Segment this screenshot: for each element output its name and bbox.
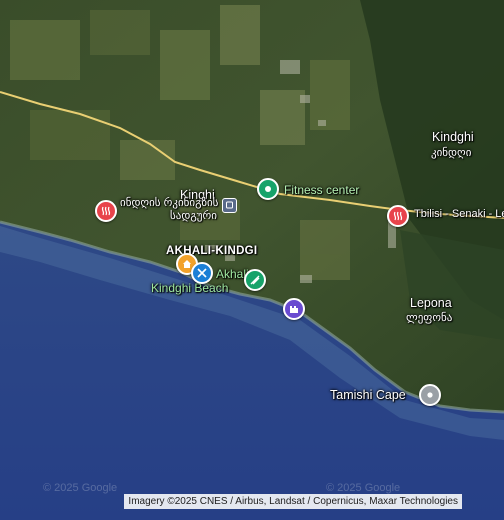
- hot-spring-icon[interactable]: [95, 200, 117, 222]
- place-pin-icon[interactable]: [419, 384, 441, 406]
- restaurant-icon[interactable]: [191, 262, 213, 284]
- place-label-lepona-geo: ლეფონა: [406, 312, 453, 324]
- map-imagery: [0, 0, 504, 520]
- road-label: Tbilisi - Senaki - Le: [414, 208, 504, 220]
- fitness-icon[interactable]: [257, 178, 279, 200]
- poi-label-beach-2[interactable]: Kindghi Beach: [151, 282, 228, 294]
- google-watermark-left: © 2025 Google: [43, 482, 118, 494]
- poi-label-fitness[interactable]: Fitness center: [284, 184, 359, 196]
- poi-label-hotspring-geo-1[interactable]: ინდღის რკინიგზის: [120, 198, 218, 209]
- hot-spring-icon[interactable]: [387, 205, 409, 227]
- train-station-icon[interactable]: [222, 198, 237, 213]
- poi-label-hotspring-geo-2[interactable]: სადგური: [170, 211, 217, 222]
- place-label-kindghi: Kindghi: [432, 130, 474, 144]
- place-label-lepona: Lepona: [410, 296, 452, 310]
- satellite-map[interactable]: Kindghi კინდღი Kinghi AKHALI-KINDGI Lepo…: [0, 0, 504, 520]
- park-icon[interactable]: [244, 269, 266, 291]
- poi-label-tamishi-cape[interactable]: Tamishi Cape: [330, 389, 406, 402]
- castle-icon[interactable]: [283, 298, 305, 320]
- google-watermark-right: © 2025 Google: [326, 482, 401, 494]
- map-attribution: Imagery ©2025 CNES / Airbus, Landsat / C…: [124, 494, 462, 509]
- place-label-kindghi-geo: კინდღი: [431, 147, 472, 159]
